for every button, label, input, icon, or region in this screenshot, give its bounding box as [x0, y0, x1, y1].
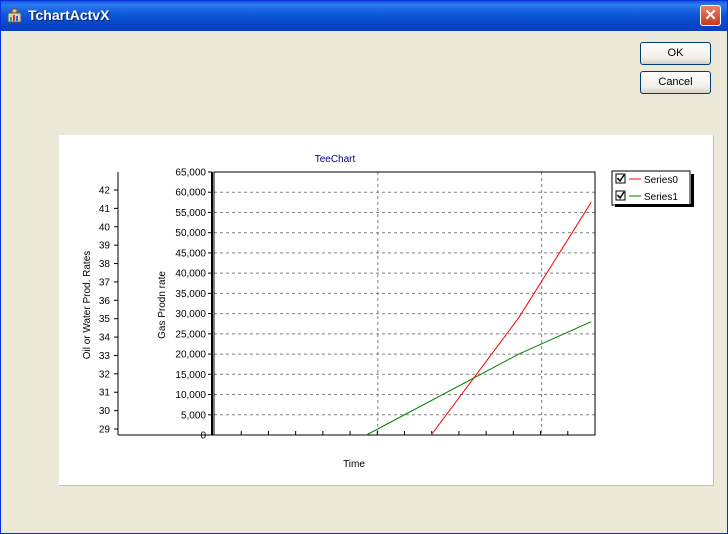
window-title: TchartActvX	[28, 7, 110, 23]
legend: Series0 Series1	[611, 170, 694, 207]
left-tick-label: 35	[99, 314, 111, 325]
legend-label-series0: Series0	[644, 175, 678, 186]
plot-frame	[213, 171, 596, 436]
gas-tick-label: 45,000	[175, 248, 206, 259]
gas-tick-label: 15,000	[175, 370, 206, 381]
series-line-series0	[430, 202, 592, 436]
gas-tick-label: 55,000	[175, 208, 206, 219]
gas-tick-label: 35,000	[175, 289, 206, 300]
left-tick-label: 33	[99, 351, 111, 362]
gas-tick-label: 60,000	[175, 188, 206, 199]
title-bar[interactable]: TchartActvX ✕	[1, 1, 727, 31]
gas-tick-label: 30,000	[175, 309, 206, 320]
left-axis-ticks: 29 30 31 32 33 34 35 36 37 38 39 40 41 42	[99, 186, 118, 436]
gas-tick-label: 5,000	[181, 410, 206, 421]
gas-tick-label: 20,000	[175, 350, 206, 361]
left-tick-label: 38	[99, 259, 111, 270]
x-axis-ticks	[240, 431, 569, 435]
cancel-button[interactable]: Cancel	[640, 71, 711, 94]
teechart: 29 30 31 32 33 34 35 36 37 38 39 40 41 42 0 5,000 10,00…	[82, 154, 694, 470]
left-tick-label: 42	[99, 186, 111, 197]
gas-tick-label: 25,000	[175, 329, 206, 340]
gas-tick-label: 40,000	[175, 269, 206, 280]
series-line-series1	[366, 321, 592, 436]
gas-tick-label: 10,000	[175, 390, 206, 401]
app-icon	[7, 8, 22, 23]
left-tick-label: 36	[99, 296, 111, 307]
left-tick-label: 34	[99, 333, 111, 344]
left-tick-label: 29	[99, 425, 111, 436]
left-tick-label: 37	[99, 277, 111, 288]
chart-title: TeeChart	[315, 154, 356, 165]
close-button[interactable]: ✕	[700, 5, 721, 26]
left-tick-label: 32	[99, 369, 111, 380]
gas-tick-label: 0	[200, 431, 206, 442]
chart-panel: 29 30 31 32 33 34 35 36 37 38 39 40 41 42 0 5,000 10,00…	[59, 135, 714, 486]
dialog-window: TchartActvX ✕ OK Cancel 29 30 31 32 33 34 35 36…	[0, 0, 728, 534]
left-axis-label: Oil or Water Prod. Rates	[82, 251, 93, 360]
x-axis-label: Time	[343, 459, 365, 470]
left-tick-label: 39	[99, 241, 111, 252]
series-lines	[366, 202, 592, 436]
gas-axis-ticks: 0 5,000 10,000 15,000 20,000 25,000 30,000 35,0…	[175, 168, 212, 442]
ok-button[interactable]: OK	[640, 42, 711, 65]
dialog-client-area: OK Cancel 29 30 31 32 33 34 35 36 37 38 39 40 41 42 0…	[4, 31, 724, 531]
gas-tick-label: 50,000	[175, 228, 206, 239]
gas-axis-label: Gas Prodn rate	[157, 271, 168, 339]
grid-lines	[214, 172, 595, 435]
left-tick-label: 30	[99, 406, 111, 417]
left-tick-label: 41	[99, 204, 111, 215]
legend-label-series1: Series1	[644, 192, 678, 203]
gas-tick-label: 65,000	[175, 168, 206, 179]
left-tick-label: 31	[99, 388, 111, 399]
left-tick-label: 40	[99, 222, 111, 233]
close-icon: ✕	[704, 7, 717, 24]
